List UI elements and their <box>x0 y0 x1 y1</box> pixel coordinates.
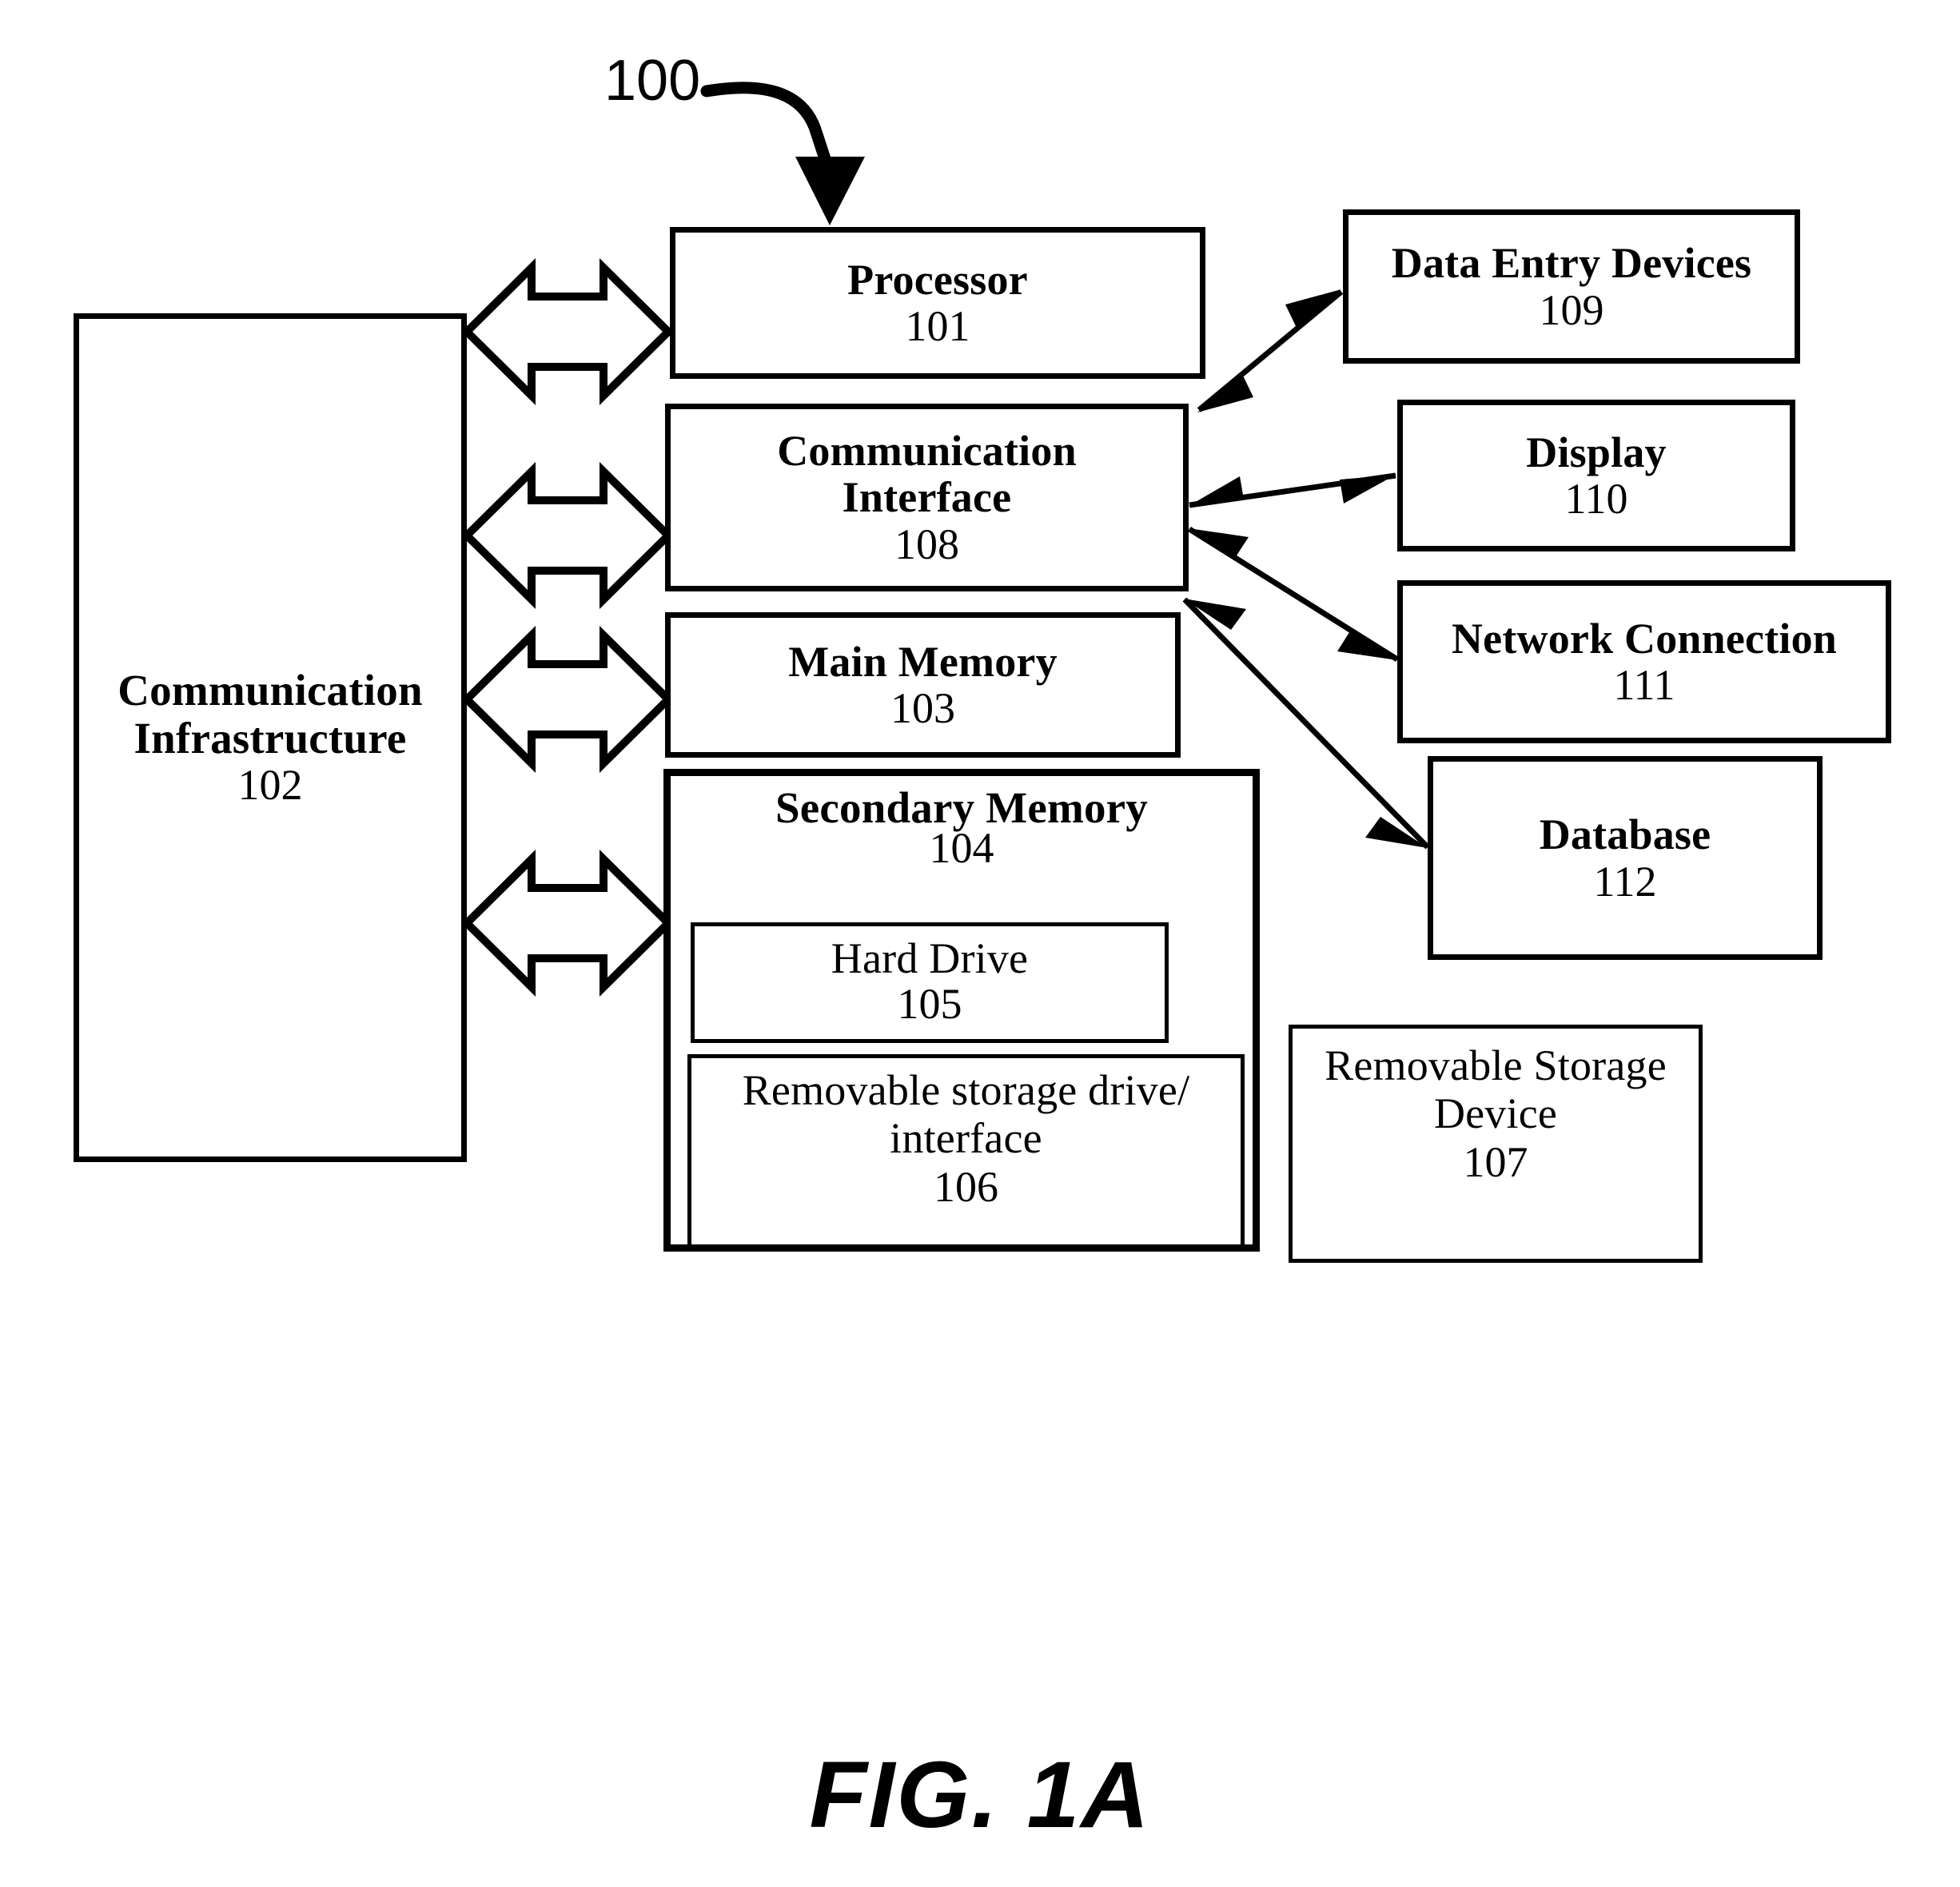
block-number: 105 <box>897 980 962 1029</box>
link-arrow-network-connection <box>1188 527 1399 662</box>
bus-arrow-secondary-memory <box>460 850 675 997</box>
block-secondary-memory: Secondary Memory 104 Hard Drive 105 Remo… <box>663 769 1260 1252</box>
block-display: Display 110 <box>1397 400 1795 551</box>
block-data-entry-devices: Data Entry Devices 109 <box>1343 209 1800 364</box>
block-removable-storage-drive-interface: Removable storage drive/ interface 106 <box>687 1054 1245 1248</box>
bus-arrow-processor <box>460 258 675 405</box>
block-number: 112 <box>1593 857 1657 906</box>
block-label-line2: Interface <box>842 473 1012 522</box>
patent-figure-1a: 100 Communication Infrastructure 102 Pro… <box>0 0 1960 1887</box>
block-label: Data Entry Devices <box>1391 239 1752 288</box>
block-number: 103 <box>890 684 955 732</box>
block-database: Database 112 <box>1428 756 1823 960</box>
block-number: 101 <box>905 302 970 350</box>
block-number: 109 <box>1539 285 1604 334</box>
curved-callout-arrow <box>700 82 865 225</box>
block-label: Processor <box>847 255 1028 304</box>
block-main-memory: Main Memory 103 <box>665 612 1181 758</box>
link-arrow-display <box>1189 472 1396 508</box>
link-arrow-data-entry-devices <box>1197 289 1344 412</box>
block-label: Hard Drive <box>831 934 1029 982</box>
block-processor: Processor 101 <box>670 227 1205 379</box>
block-number: 111 <box>1613 661 1675 709</box>
block-label-line2: Device <box>1433 1089 1558 1138</box>
reference-numeral-100: 100 <box>604 49 701 113</box>
block-removable-storage-device: Removable Storage Device 107 <box>1289 1025 1703 1263</box>
bus-arrow-communication-interface <box>460 462 675 609</box>
block-number: 104 <box>929 824 994 873</box>
block-label-line1: Communication <box>777 427 1077 476</box>
block-label: Display <box>1526 428 1667 476</box>
block-communication-infrastructure: Communication Infrastructure 102 <box>74 313 467 1162</box>
block-number: 107 <box>1463 1137 1528 1186</box>
block-label: Database <box>1539 810 1711 859</box>
bus-arrow-main-memory <box>460 626 675 773</box>
block-label-line1: Removable storage drive/ <box>742 1066 1190 1114</box>
block-label-line2: Infrastructure <box>133 713 407 762</box>
block-network-connection: Network Connection 111 <box>1397 580 1891 743</box>
block-number: 110 <box>1564 475 1628 523</box>
block-label-line1: Communication <box>118 666 423 715</box>
block-number: 108 <box>894 520 959 568</box>
block-label-line1: Removable Storage <box>1325 1041 1667 1089</box>
block-hard-drive: Hard Drive 105 <box>691 922 1169 1043</box>
block-number: 102 <box>237 761 303 810</box>
block-label-line2: interface <box>890 1114 1042 1163</box>
block-communication-interface: Communication Interface 108 <box>665 404 1189 591</box>
block-label: Network Connection <box>1451 614 1838 663</box>
figure-caption: FIG. 1A <box>809 1742 1151 1848</box>
block-label: Main Memory <box>788 637 1058 686</box>
block-number: 106 <box>934 1162 998 1211</box>
